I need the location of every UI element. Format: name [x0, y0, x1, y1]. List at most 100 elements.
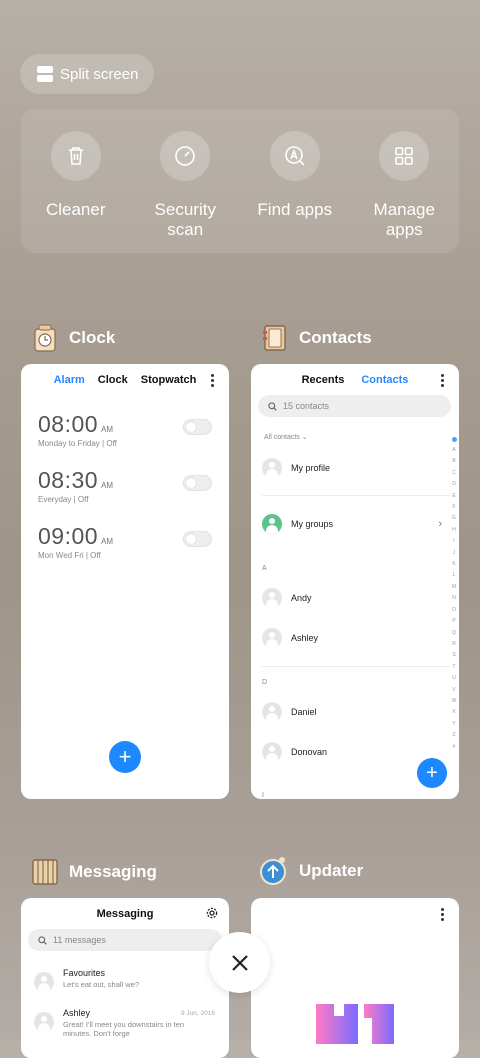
index-letter[interactable]: Z: [451, 730, 457, 741]
tab-contacts[interactable]: Contacts: [361, 374, 408, 386]
alarm-toggle[interactable]: [183, 531, 212, 547]
index-letter[interactable]: F: [451, 502, 457, 513]
avatar: [262, 628, 282, 648]
index-letter[interactable]: S: [451, 650, 457, 661]
find-apps-button[interactable]: Find apps: [240, 109, 350, 253]
message-thread[interactable]: Favourites Let's eat out, shall we?: [34, 968, 139, 992]
index-letter[interactable]: Y: [451, 719, 457, 730]
contacts-search-input[interactable]: 15 contacts: [258, 395, 451, 417]
tab-stopwatch[interactable]: Stopwatch: [141, 374, 197, 386]
my-profile-row[interactable]: My profile: [262, 458, 330, 478]
add-contact-button[interactable]: +: [417, 758, 447, 788]
index-letter[interactable]: W: [451, 696, 457, 707]
avatar: [34, 1012, 54, 1032]
shield-scan-icon: [160, 131, 211, 181]
section-header-i: I: [262, 792, 264, 799]
tab-clock[interactable]: Clock: [98, 374, 128, 386]
split-screen-button[interactable]: Split screen: [20, 54, 154, 94]
close-all-button[interactable]: [209, 932, 270, 993]
security-scan-label: Security scan: [154, 200, 216, 239]
index-letter[interactable]: X: [451, 707, 457, 718]
close-icon: [231, 954, 248, 971]
index-letter[interactable]: C: [451, 468, 457, 479]
alarm-state: Off: [90, 551, 101, 560]
security-scan-button[interactable]: Security scan: [131, 109, 241, 253]
contact-row[interactable]: Donovan: [262, 742, 327, 762]
grid-icon: [379, 131, 430, 181]
cleaner-label: Cleaner: [45, 200, 106, 219]
index-letter[interactable]: K: [451, 559, 457, 570]
messages-search-input[interactable]: 11 messages: [28, 929, 222, 951]
index-letter[interactable]: T: [451, 662, 457, 673]
contact-row[interactable]: Daniel: [262, 702, 317, 722]
add-alarm-button[interactable]: +: [109, 741, 141, 773]
chevron-right-icon: ›: [438, 518, 442, 530]
index-letter[interactable]: A: [451, 445, 457, 456]
index-letter[interactable]: O: [451, 605, 457, 616]
index-letter[interactable]: U: [451, 673, 457, 684]
updater-app-card[interactable]: [251, 898, 459, 1058]
index-letter[interactable]: J: [451, 548, 457, 559]
index-letter[interactable]: G: [451, 513, 457, 524]
my-profile-label: My profile: [291, 463, 331, 473]
index-letter[interactable]: E: [451, 491, 457, 502]
tab-alarm[interactable]: Alarm: [54, 374, 85, 386]
contact-name: Donovan: [291, 747, 328, 757]
messaging-title: Messaging: [96, 908, 154, 920]
index-letter[interactable]: R: [451, 639, 457, 650]
index-letter[interactable]: N: [451, 593, 457, 604]
contacts-app-header: Contacts: [260, 323, 372, 353]
index-letter[interactable]: B: [451, 456, 457, 467]
quick-tools-panel: Cleaner Security scan Find apps Manage a…: [21, 109, 459, 253]
more-options-icon[interactable]: [441, 374, 445, 387]
split-screen-icon: [37, 66, 53, 82]
more-options-icon[interactable]: [441, 908, 445, 921]
contact-row[interactable]: Ashley: [262, 628, 318, 648]
messaging-app-header: Messaging: [30, 857, 157, 887]
manage-apps-button[interactable]: Manage apps: [350, 109, 460, 253]
divider: [262, 666, 450, 667]
messaging-app-card[interactable]: Messaging 11 messages Favourites Let's e…: [21, 898, 229, 1058]
alarm-days: Monday to Friday: [38, 439, 100, 448]
contacts-app-card[interactable]: Recents Contacts 15 contacts All contact…: [251, 364, 459, 799]
contact-row[interactable]: Andy: [262, 588, 312, 608]
miui-logo-icon: [316, 1004, 394, 1044]
section-header-d: D: [262, 679, 268, 686]
clock-app-card[interactable]: Alarm Clock Stopwatch 08:00 AM Monday to …: [21, 364, 229, 799]
contacts-app-name: Contacts: [299, 328, 372, 347]
alarm-toggle[interactable]: [183, 419, 212, 435]
thread-name: Favourites: [63, 968, 106, 978]
avatar: [34, 972, 54, 992]
messaging-app-icon: [32, 859, 58, 885]
index-letter[interactable]: M: [451, 582, 457, 593]
my-groups-row[interactable]: My groups ›: [262, 514, 442, 534]
alarm-state: Off: [106, 439, 117, 448]
find-apps-icon: [269, 131, 320, 181]
contacts-filter-dropdown[interactable]: All contacts ⌄: [264, 433, 308, 441]
favorites-dot-icon: [451, 437, 457, 442]
avatar: [262, 588, 282, 608]
index-letter[interactable]: L: [451, 570, 457, 581]
index-letter[interactable]: D: [451, 479, 457, 490]
index-letter[interactable]: Q: [451, 628, 457, 639]
alarm-ampm: AM: [101, 481, 114, 490]
contacts-search-placeholder: 15 contacts: [283, 401, 330, 411]
tab-recents[interactable]: Recents: [302, 374, 345, 386]
updater-app-name: Updater: [299, 861, 364, 880]
index-letter[interactable]: #: [451, 742, 457, 753]
divider: [262, 495, 450, 496]
gear-icon[interactable]: [206, 907, 218, 919]
index-letter[interactable]: I: [451, 536, 457, 547]
index-letter[interactable]: P: [451, 616, 457, 627]
alarm-time: 08:30: [38, 467, 99, 493]
alphabet-index-letters: A B C D E F G H I J K L M N O P Q R S T U V W X Y Z #: [451, 445, 457, 753]
more-options-icon[interactable]: [211, 374, 215, 387]
cleaner-button[interactable]: Cleaner: [21, 109, 131, 253]
alphabet-index[interactable]: A B C D E F G H I J K L M N O P Q R S T U V W X Y Z #: [451, 437, 457, 753]
index-letter[interactable]: H: [451, 525, 457, 536]
section-header-a: A: [262, 565, 267, 572]
clock-tabs: Alarm Clock Stopwatch: [21, 374, 229, 386]
thread-preview: Great! I'll meet you downstairs in ten m…: [63, 1020, 185, 1038]
index-letter[interactable]: V: [451, 685, 457, 696]
alarm-toggle[interactable]: [183, 475, 212, 491]
